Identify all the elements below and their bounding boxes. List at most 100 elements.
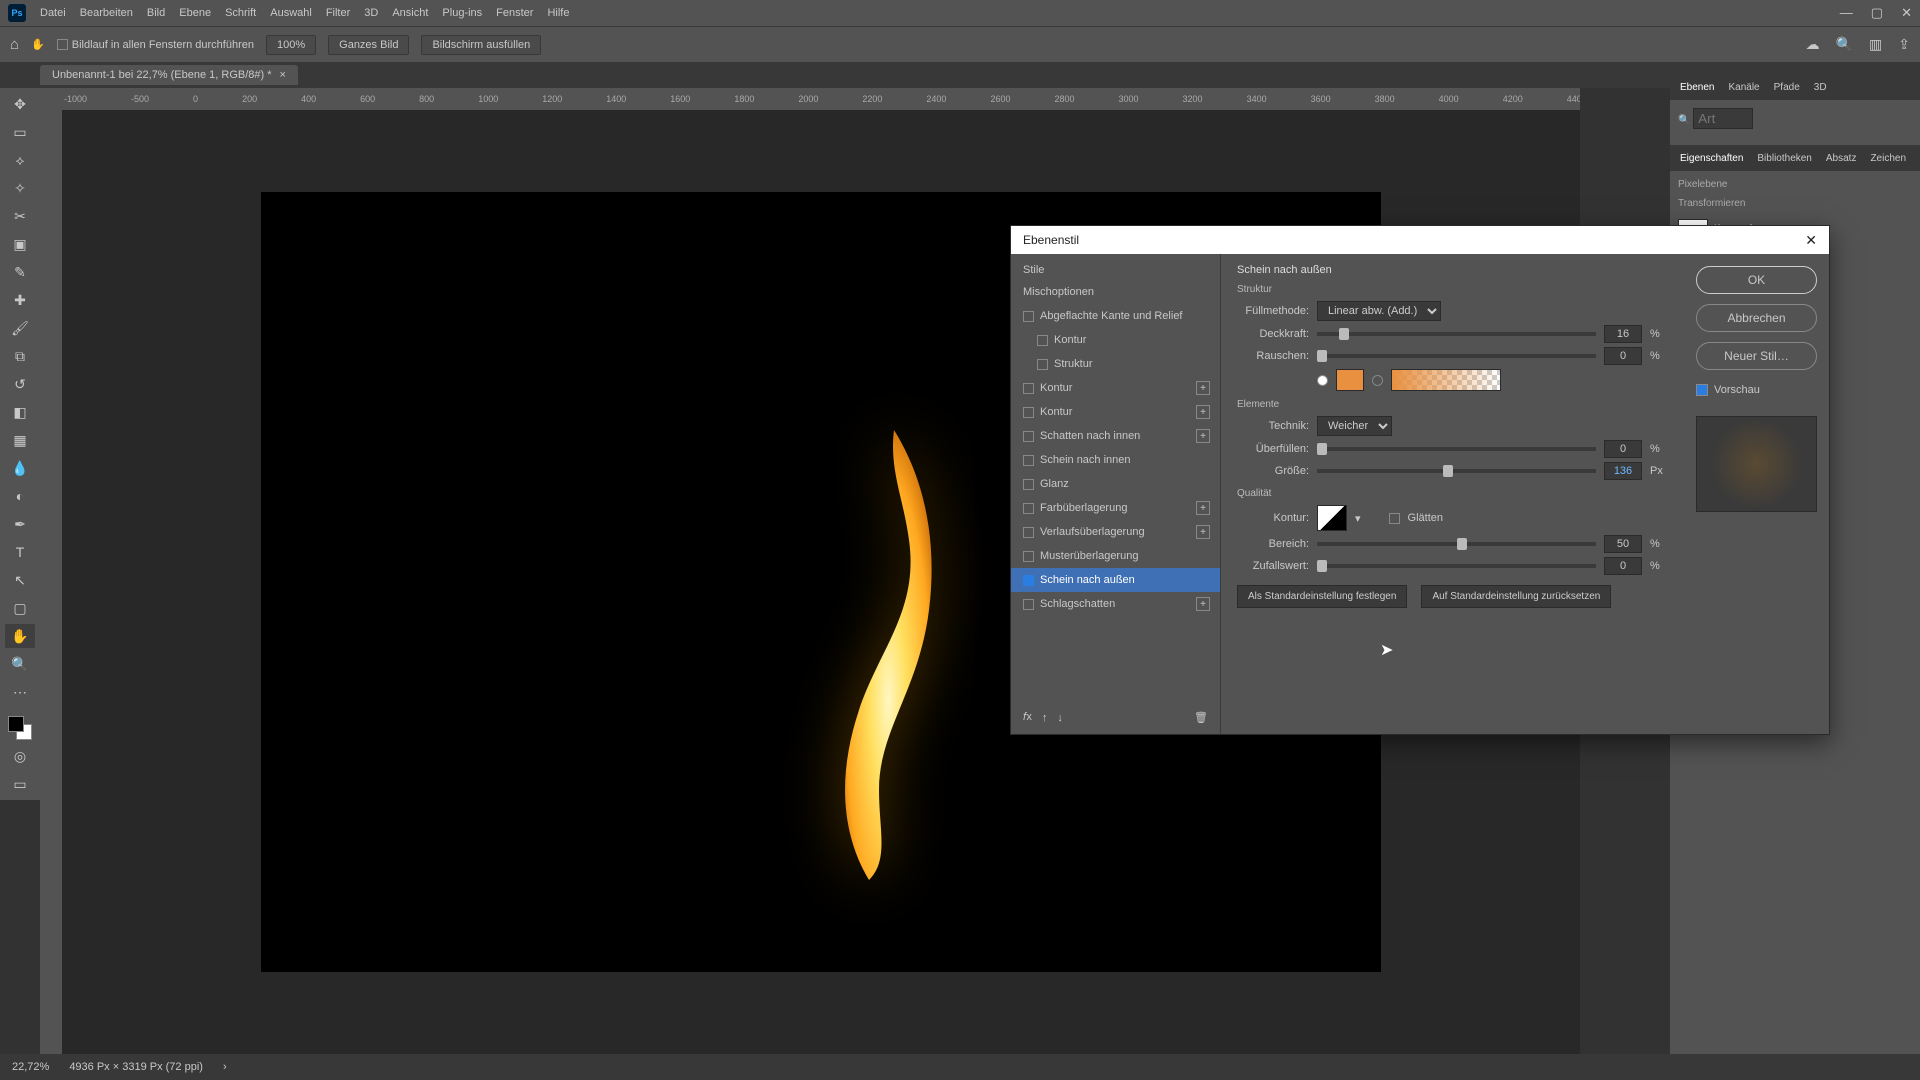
add-effect-icon[interactable]: + <box>1196 597 1210 611</box>
lasso-tool-icon[interactable]: ⟡ <box>5 148 35 172</box>
styles-header[interactable]: Stile <box>1011 254 1220 280</box>
effect-checkbox[interactable] <box>1023 599 1034 610</box>
tab-layers[interactable]: Ebenen <box>1680 82 1714 93</box>
gradient-tool-icon[interactable]: ▦ <box>5 428 35 452</box>
menu-item[interactable]: Fenster <box>496 7 533 19</box>
marquee-tool-icon[interactable]: ▭ <box>5 120 35 144</box>
make-default-button[interactable]: Als Standardeinstellung festlegen <box>1237 585 1407 608</box>
effect-checkbox[interactable] <box>1023 455 1034 466</box>
tab-character[interactable]: Zeichen <box>1870 153 1906 164</box>
dodge-tool-icon[interactable]: ◐ <box>5 484 35 508</box>
zoom-100-button[interactable]: 100% <box>266 35 316 55</box>
tab-3d[interactable]: 3D <box>1814 82 1827 93</box>
history-brush-icon[interactable]: ↺ <box>5 372 35 396</box>
trash-icon[interactable]: 🗑 <box>1194 711 1208 724</box>
effect-item[interactable]: Farbüberlagerung+ <box>1011 496 1220 520</box>
close-dialog-icon[interactable]: ✕ <box>1805 232 1817 249</box>
pen-tool-icon[interactable]: ✒ <box>5 512 35 536</box>
gradient-picker[interactable] <box>1391 369 1501 391</box>
new-style-button[interactable]: Neuer Stil… <box>1696 342 1817 370</box>
color-swatch[interactable] <box>1336 369 1364 391</box>
menu-item[interactable]: Bild <box>147 7 165 19</box>
brush-tool-icon[interactable]: 🖌 <box>5 316 35 340</box>
hand-tool-icon[interactable]: ✋ <box>5 624 35 648</box>
add-effect-icon[interactable]: + <box>1196 525 1210 539</box>
gradient-radio[interactable] <box>1372 375 1383 386</box>
menu-item[interactable]: Schrift <box>225 7 256 19</box>
arrow-down-icon[interactable]: ↓ <box>1057 712 1063 724</box>
document-tab[interactable]: Unbenannt-1 bei 22,7% (Ebene 1, RGB/8#) … <box>40 65 298 85</box>
minimize-icon[interactable]: — <box>1840 5 1853 21</box>
menu-item[interactable]: Filter <box>326 7 350 19</box>
effect-checkbox[interactable] <box>1023 503 1034 514</box>
effect-checkbox[interactable] <box>1023 527 1034 538</box>
frame-tool-icon[interactable]: ▣ <box>5 232 35 256</box>
reset-default-button[interactable]: Auf Standardeinstellung zurücksetzen <box>1421 585 1611 608</box>
quickmask-icon[interactable]: ◎ <box>5 744 35 768</box>
ok-button[interactable]: OK <box>1696 266 1817 294</box>
effect-checkbox[interactable] <box>1037 335 1048 346</box>
effect-checkbox[interactable] <box>1023 575 1034 586</box>
effect-item[interactable]: Kontur+ <box>1011 400 1220 424</box>
eraser-tool-icon[interactable]: ◧ <box>5 400 35 424</box>
arrow-up-icon[interactable]: ↑ <box>1042 712 1048 724</box>
effect-item[interactable]: Schatten nach innen+ <box>1011 424 1220 448</box>
search-icon[interactable]: 🔍 <box>1836 36 1853 53</box>
close-icon[interactable]: ✕ <box>1901 5 1912 21</box>
effect-item[interactable]: Abgeflachte Kante und Relief <box>1011 304 1220 328</box>
menu-item[interactable]: Auswahl <box>270 7 312 19</box>
fill-screen-button[interactable]: Bildschirm ausfüllen <box>421 35 541 55</box>
effect-checkbox[interactable] <box>1023 479 1034 490</box>
menu-item[interactable]: Ebene <box>179 7 211 19</box>
noise-value[interactable]: 0 <box>1604 347 1642 365</box>
size-slider[interactable] <box>1317 469 1596 473</box>
effect-checkbox[interactable] <box>1023 407 1034 418</box>
menu-item[interactable]: Hilfe <box>547 7 569 19</box>
hand-tool-icon[interactable]: ✋ <box>31 38 45 51</box>
technique-select[interactable]: Weicher <box>1317 416 1392 436</box>
effect-item[interactable]: Kontur <box>1011 328 1220 352</box>
search-icon[interactable]: 🔍 <box>1678 115 1690 126</box>
spread-value[interactable]: 0 <box>1604 440 1642 458</box>
effect-item[interactable]: Schein nach außen <box>1011 568 1220 592</box>
blur-tool-icon[interactable]: 💧 <box>5 456 35 480</box>
effect-item[interactable]: Verlaufsüberlagerung+ <box>1011 520 1220 544</box>
effect-item[interactable]: Schein nach innen <box>1011 448 1220 472</box>
add-effect-icon[interactable]: + <box>1196 429 1210 443</box>
range-value[interactable]: 50 <box>1604 535 1642 553</box>
preview-checkbox[interactable]: Vorschau <box>1696 384 1817 396</box>
jitter-value[interactable]: 0 <box>1604 557 1642 575</box>
home-icon[interactable]: ⌂ <box>10 36 19 53</box>
effect-item[interactable]: Struktur <box>1011 352 1220 376</box>
menu-item[interactable]: Bearbeiten <box>80 7 133 19</box>
spread-slider[interactable] <box>1317 447 1596 451</box>
screenmode-icon[interactable]: ▭ <box>5 772 35 796</box>
opacity-slider[interactable] <box>1317 332 1596 336</box>
size-value[interactable]: 136 <box>1604 462 1642 480</box>
shape-tool-icon[interactable]: ▢ <box>5 596 35 620</box>
maximize-icon[interactable]: ▢ <box>1871 5 1883 21</box>
add-effect-icon[interactable]: + <box>1196 405 1210 419</box>
transform-section[interactable]: Transformieren <box>1678 198 1912 209</box>
chevron-down-icon[interactable]: ▾ <box>1355 512 1361 525</box>
eyedropper-tool-icon[interactable]: ✎ <box>5 260 35 284</box>
tab-paragraph[interactable]: Absatz <box>1826 153 1857 164</box>
color-swatch[interactable] <box>8 716 32 740</box>
menu-item[interactable]: Ansicht <box>392 7 428 19</box>
add-effect-icon[interactable]: + <box>1196 381 1210 395</box>
heal-tool-icon[interactable]: ✚ <box>5 288 35 312</box>
effect-checkbox[interactable] <box>1037 359 1048 370</box>
tab-paths[interactable]: Pfade <box>1774 82 1800 93</box>
workspace-icon[interactable]: ▥ <box>1869 36 1882 53</box>
chevron-right-icon[interactable]: › <box>223 1061 227 1073</box>
opacity-value[interactable]: 16 <box>1604 325 1642 343</box>
type-tool-icon[interactable]: T <box>5 540 35 564</box>
noise-slider[interactable] <box>1317 354 1596 358</box>
scroll-all-checkbox[interactable]: Bildlauf in allen Fenstern durchführen <box>57 39 254 51</box>
effect-item[interactable]: Schlagschatten+ <box>1011 592 1220 616</box>
effect-checkbox[interactable] <box>1023 551 1034 562</box>
path-tool-icon[interactable]: ↖ <box>5 568 35 592</box>
doc-info[interactable]: 4936 Px × 3319 Px (72 ppi) <box>69 1061 203 1073</box>
tab-libraries[interactable]: Bibliotheken <box>1757 153 1811 164</box>
jitter-slider[interactable] <box>1317 564 1596 568</box>
